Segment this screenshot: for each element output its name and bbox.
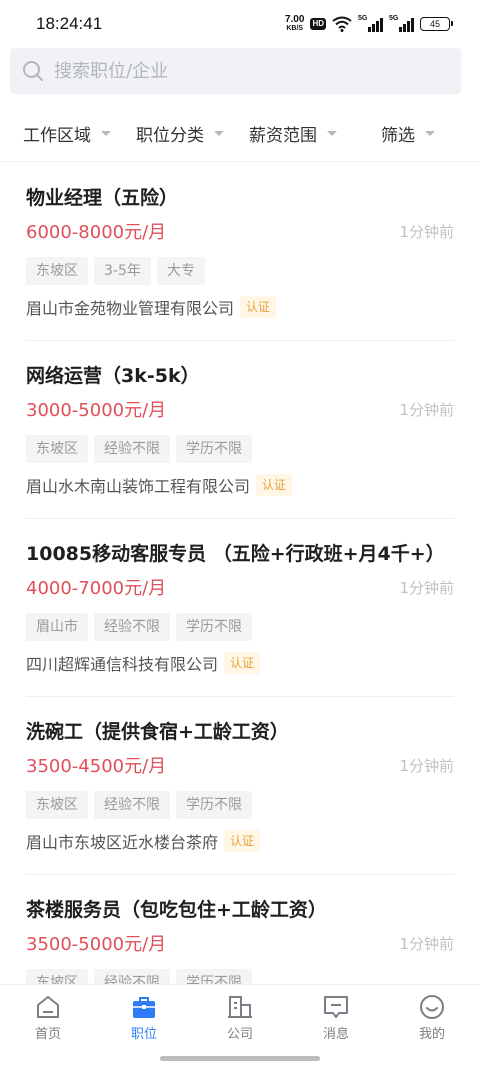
caret-down-icon — [327, 131, 337, 136]
tab-jobs[interactable]: 职位 — [96, 985, 192, 1048]
job-tag: 学历不限 — [176, 613, 252, 641]
tab-label: 职位 — [130, 1027, 157, 1042]
job-salary: 3500-5000元/月 — [26, 934, 167, 955]
battery-icon: 45 — [420, 17, 453, 31]
filter-bar: 工作区域 职位分类 薪资范围 筛选 — [0, 104, 480, 162]
tab-mine[interactable]: 我的 — [384, 985, 480, 1048]
filter-work-area[interactable]: 工作区域 — [23, 121, 111, 146]
bottom-tab-bar: 首页 职位 公司 消息 我的 — [0, 984, 480, 1048]
job-salary: 3000-5000元/月 — [26, 400, 167, 421]
filter-label: 薪资范围 — [249, 126, 317, 146]
job-card[interactable]: 10085移动客服专员 （五险+行政班+月4千+） 4000-7000元/月 1… — [0, 519, 480, 697]
filter-label: 筛选 — [381, 126, 415, 146]
signal-1-label: 5G — [358, 15, 368, 22]
certified-badge: 认证 — [240, 296, 277, 318]
company-name: 四川超辉通信科技有限公司 — [26, 655, 219, 674]
status-bar: 18:24:41 7.00 KB/S HD 5G 5G 45 — [0, 0, 480, 48]
search-icon — [23, 61, 43, 81]
tab-label: 首页 — [34, 1027, 61, 1042]
network-speed: 7.00 KB/S — [285, 15, 304, 33]
job-time: 1分钟前 — [399, 757, 454, 775]
status-icons: 7.00 KB/S HD 5G 5G 45 — [285, 15, 453, 33]
job-salary: 4000-7000元/月 — [26, 578, 167, 599]
hd-icon: HD — [310, 18, 326, 30]
home-indicator[interactable] — [160, 1056, 320, 1061]
job-tags: 东坡区 3-5年 大专 — [26, 257, 454, 285]
job-tag: 经验不限 — [94, 435, 170, 463]
filter-job-category[interactable]: 职位分类 — [136, 121, 224, 146]
job-list: 物业经理（五险） 6000-8000元/月 1分钟前 东坡区 3-5年 大专 眉… — [0, 163, 480, 1053]
job-tags: 东坡区 经验不限 学历不限 — [26, 791, 454, 819]
job-card[interactable]: 网络运营（3k-5k） 3000-5000元/月 1分钟前 东坡区 经验不限 学… — [0, 341, 480, 519]
status-time: 18:24:41 — [36, 14, 103, 33]
caret-down-icon — [101, 131, 111, 136]
tab-label: 消息 — [322, 1027, 349, 1042]
tab-label: 我的 — [418, 1027, 445, 1042]
job-card[interactable]: 物业经理（五险） 6000-8000元/月 1分钟前 东坡区 3-5年 大专 眉… — [0, 163, 480, 341]
job-title: 物业经理（五险） — [26, 187, 179, 209]
filter-salary-range[interactable]: 薪资范围 — [249, 121, 337, 146]
filter-label: 职位分类 — [136, 126, 204, 146]
job-company-row: 四川超辉通信科技有限公司 认证 — [26, 651, 454, 675]
job-time: 1分钟前 — [399, 579, 454, 597]
certified-badge: 认证 — [224, 652, 261, 674]
job-tag: 眉山市 — [26, 613, 88, 641]
smiley-icon — [420, 995, 444, 1019]
building-icon — [228, 996, 252, 1018]
job-card[interactable]: 洗碗工（提供食宿+工龄工资） 3500-4500元/月 1分钟前 东坡区 经验不… — [0, 697, 480, 875]
job-tags: 眉山市 经验不限 学历不限 — [26, 613, 454, 641]
tab-label: 公司 — [226, 1027, 253, 1042]
company-name: 眉山水木南山装饰工程有限公司 — [26, 477, 251, 496]
job-time: 1分钟前 — [399, 401, 454, 419]
filter-more[interactable]: 筛选 — [381, 121, 435, 146]
company-name: 眉山市金苑物业管理有限公司 — [26, 299, 235, 318]
job-title: 茶楼服务员（包吃包住+工龄工资） — [26, 899, 327, 921]
job-time: 1分钟前 — [399, 223, 454, 241]
network-speed-unit: KB/S — [286, 25, 304, 32]
tab-company[interactable]: 公司 — [192, 985, 288, 1048]
job-company-row: 眉山水木南山装饰工程有限公司 认证 — [26, 473, 454, 497]
job-company-row: 眉山市金苑物业管理有限公司 认证 — [26, 295, 454, 319]
job-tag: 东坡区 — [26, 435, 88, 463]
tab-messages[interactable]: 消息 — [288, 985, 384, 1048]
job-title: 网络运营（3k-5k） — [26, 365, 200, 387]
job-tag: 大专 — [156, 257, 205, 285]
job-tag: 3-5年 — [94, 257, 151, 285]
search-bar[interactable] — [10, 48, 461, 94]
job-tag: 学历不限 — [176, 435, 252, 463]
job-tag: 经验不限 — [94, 791, 170, 819]
search-input[interactable] — [54, 60, 434, 82]
wifi-icon — [332, 16, 352, 32]
caret-down-icon — [425, 131, 435, 136]
briefcase-icon — [133, 997, 155, 1018]
signal-2-label: 5G — [389, 15, 399, 22]
job-tag: 学历不限 — [176, 791, 252, 819]
job-salary: 3500-4500元/月 — [26, 756, 167, 777]
company-name: 眉山市东坡区近水楼台茶府 — [26, 833, 219, 852]
caret-down-icon — [214, 131, 224, 136]
certified-badge: 认证 — [256, 474, 293, 496]
job-tag: 东坡区 — [26, 257, 88, 285]
job-title: 洗碗工（提供食宿+工龄工资） — [26, 721, 289, 743]
network-speed-value: 7.00 — [284, 14, 305, 25]
job-title: 10085移动客服专员 （五险+行政班+月4千+） — [26, 543, 445, 565]
filter-label: 工作区域 — [23, 126, 91, 146]
signal-icon-2: 5G — [389, 15, 414, 32]
tab-home[interactable]: 首页 — [0, 985, 96, 1048]
job-time: 1分钟前 — [399, 935, 454, 953]
job-salary: 6000-8000元/月 — [26, 222, 167, 243]
job-company-row: 眉山市东坡区近水楼台茶府 认证 — [26, 829, 454, 853]
home-icon — [37, 996, 59, 1018]
battery-level: 45 — [429, 19, 440, 29]
system-navigation-bar — [0, 1048, 480, 1072]
job-tags: 东坡区 经验不限 学历不限 — [26, 435, 454, 463]
certified-badge: 认证 — [224, 830, 261, 852]
signal-icon-1: 5G — [358, 15, 383, 32]
job-tag: 东坡区 — [26, 791, 88, 819]
message-icon — [324, 996, 348, 1018]
job-tag: 经验不限 — [94, 613, 170, 641]
